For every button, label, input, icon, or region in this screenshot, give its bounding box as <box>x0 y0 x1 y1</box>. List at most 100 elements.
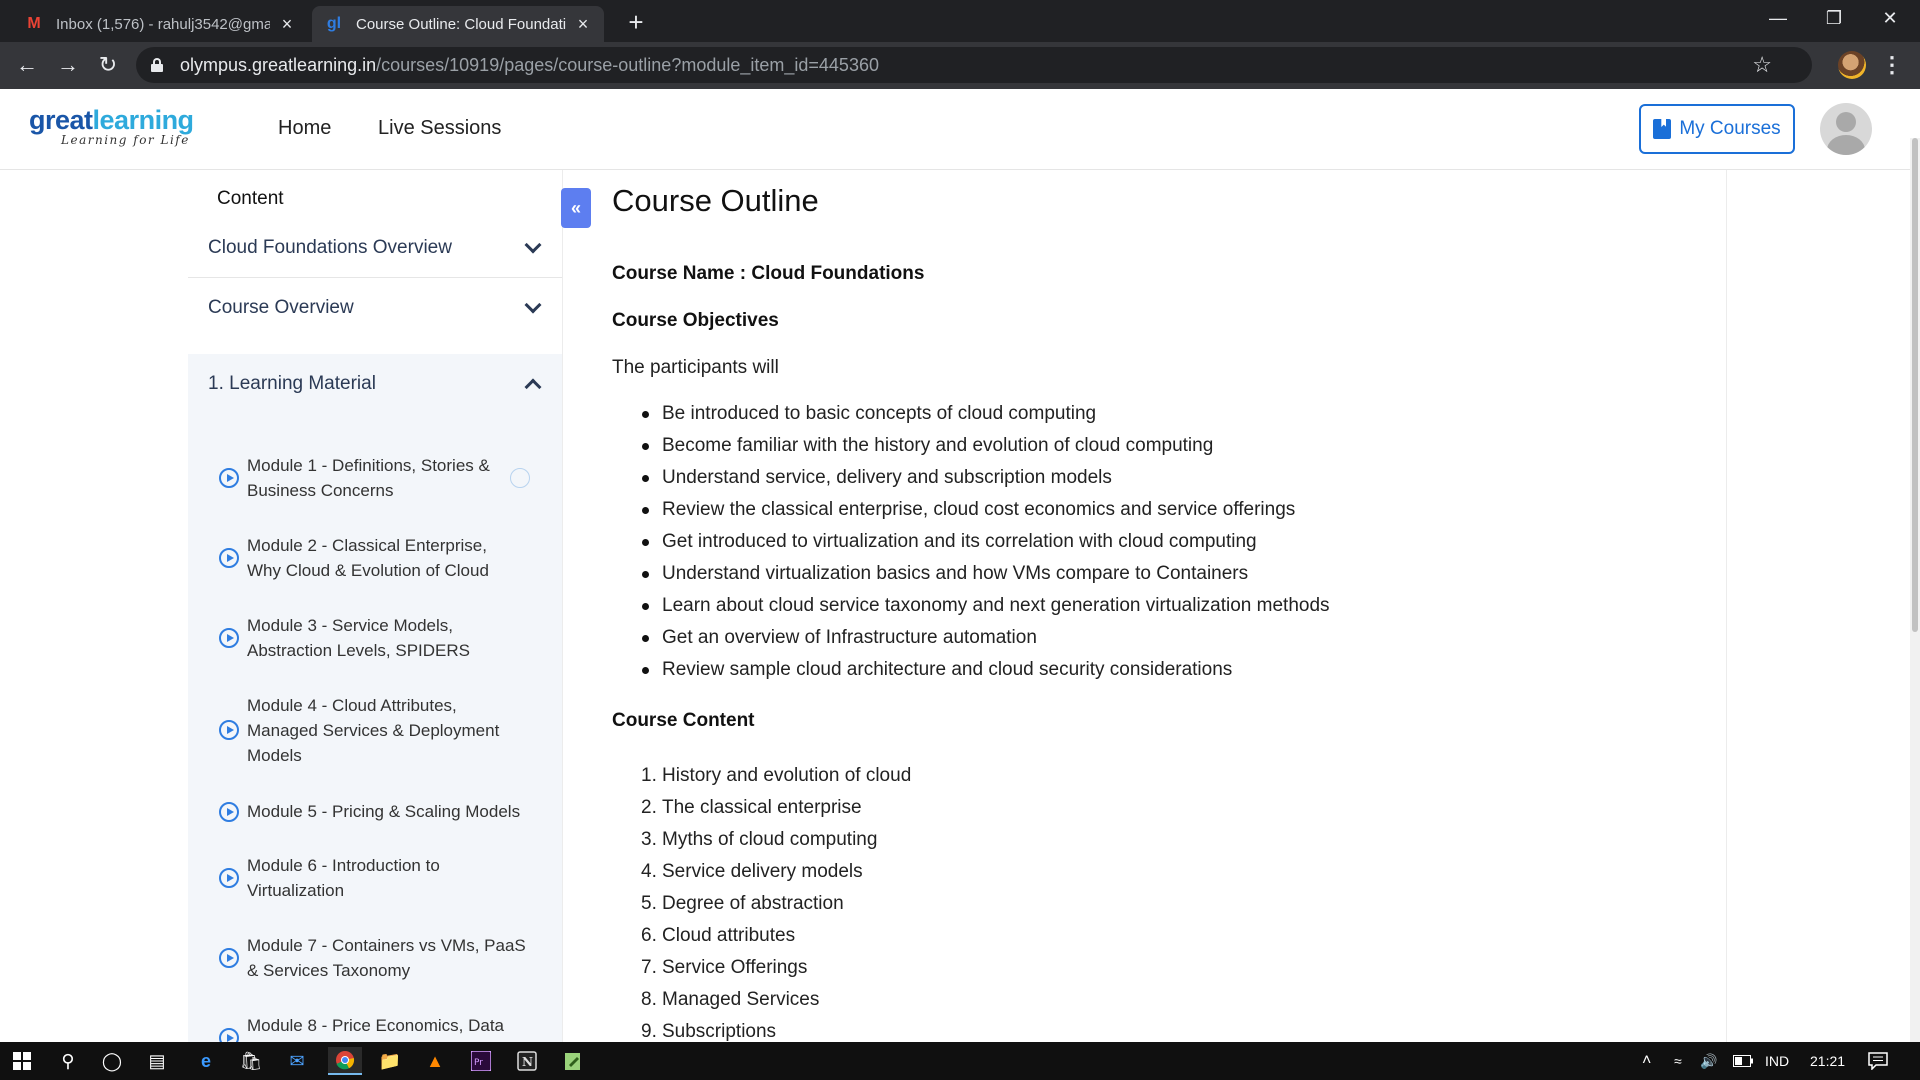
chevron-down-icon <box>524 296 542 314</box>
chevron-down-icon <box>524 236 542 253</box>
notion-icon[interactable]: N <box>513 1047 541 1075</box>
sidebar-heading: Content <box>217 188 284 209</box>
list-item: 7. Service Offerings <box>612 952 911 984</box>
user-avatar[interactable] <box>1820 103 1872 155</box>
greatlearning-logo[interactable]: greatlearning Learning for Life <box>29 105 195 148</box>
close-icon[interactable]: × <box>574 14 592 35</box>
module-title-line: Module 1 - Definitions, Stories & <box>247 456 490 475</box>
module-item[interactable]: Module 7 - Containers vs VMs, PaaS & Ser… <box>188 932 562 984</box>
chevron-up-icon <box>524 375 542 396</box>
module-title-line: Module 5 - Pricing & Scaling Models <box>247 802 521 821</box>
bookmark-star-icon[interactable]: ☆ <box>1752 47 1772 83</box>
page-scrollbar[interactable] <box>1910 138 1920 1042</box>
objectives-list: Be introduced to basic concepts of cloud… <box>612 398 1330 686</box>
task-view-icon[interactable]: ▤ <box>143 1047 171 1075</box>
sidebar-section-cloud-foundations-overview[interactable]: Cloud Foundations Overview <box>188 218 562 278</box>
module-item[interactable]: Module 2 - Classical Enterprise, Why Clo… <box>188 532 562 584</box>
content-heading: Course Content <box>612 710 755 731</box>
restore-icon[interactable]: ❐ <box>1806 0 1862 36</box>
profile-avatar[interactable] <box>1838 51 1866 79</box>
my-courses-label: My Courses <box>1679 118 1781 139</box>
sidebar-section-learning-material[interactable]: 1. Learning Material <box>188 354 562 414</box>
list-item: Be introduced to basic concepts of cloud… <box>612 398 1330 430</box>
volume-icon[interactable]: 🔊 <box>1700 1042 1717 1080</box>
my-courses-button[interactable]: My Courses <box>1639 104 1795 154</box>
item-text: Cloud attributes <box>662 925 796 946</box>
module-title-line: Business Concerns <box>247 481 394 500</box>
module-item[interactable]: Module 3 - Service Models, Abstraction L… <box>188 612 562 664</box>
play-circle-icon <box>219 628 239 648</box>
collapse-sidebar-button[interactable]: « <box>561 188 591 228</box>
module-item[interactable]: Module 6 - Introduction to Virtualizatio… <box>188 852 562 904</box>
vlc-icon[interactable]: ▲ <box>421 1047 449 1075</box>
item-text: Service delivery models <box>662 861 863 882</box>
browser-menu-icon[interactable]: ⋮ <box>1880 48 1904 82</box>
sidebar-section-course-overview[interactable]: Course Overview <box>188 278 562 338</box>
logo-tagline: Learning for Life <box>61 133 190 147</box>
close-icon[interactable]: × <box>278 14 296 35</box>
notifications-icon[interactable] <box>1868 1042 1888 1080</box>
content-sidebar: Content Cloud Foundations Overview Cours… <box>188 170 563 1042</box>
module-title-line: Module 8 - Price Economics, Data <box>247 1016 504 1035</box>
item-text: Managed Services <box>662 989 820 1010</box>
play-circle-icon <box>219 720 239 740</box>
page-title: Course Outline <box>612 183 819 218</box>
window-close-icon[interactable]: ✕ <box>1862 0 1918 36</box>
course-content-list: 1. History and evolution of cloud 2. The c… <box>612 760 911 1042</box>
nav-home[interactable]: Home <box>278 117 331 140</box>
module-item[interactable]: Module 4 - Cloud Attributes, Managed Ser… <box>188 692 562 769</box>
list-item: Understand virtualization basics and how… <box>612 558 1330 590</box>
wifi-icon[interactable]: ≈ <box>1674 1042 1682 1080</box>
new-tab-button[interactable]: + <box>622 6 650 38</box>
windows-taskbar: ⚲ ◯ ▤ e 🛍 ✉ 📁 ▲ Pr N ˄ ≈ 🔊 IND 21:21 <box>0 1042 1920 1080</box>
minimize-icon[interactable]: — <box>1750 0 1806 36</box>
back-icon[interactable]: ← <box>10 48 44 82</box>
mail-icon[interactable]: ✉ <box>283 1047 311 1075</box>
list-item: Review sample cloud architecture and clo… <box>612 654 1330 686</box>
chrome-icon[interactable] <box>328 1047 362 1075</box>
item-text: Myths of cloud computing <box>662 829 878 850</box>
list-item: Learn about cloud service taxonomy and n… <box>612 590 1330 622</box>
tab-course-outline[interactable]: gl Course Outline: Cloud Foundations × <box>312 6 604 42</box>
address-bar[interactable]: olympus.greatlearning.in/courses/10919/p… <box>136 47 1812 83</box>
list-item: Get introduced to virtualization and its… <box>612 526 1330 558</box>
svg-text:N: N <box>522 1055 533 1069</box>
clock[interactable]: 21:21 <box>1810 1042 1845 1080</box>
premiere-pro-icon[interactable]: Pr <box>467 1047 495 1075</box>
cortana-icon[interactable]: ◯ <box>98 1047 126 1075</box>
browser-tab-strip: M Inbox (1,576) - rahulj3542@gmail.com ×… <box>0 0 1920 42</box>
item-number: 6. <box>641 925 657 946</box>
item-number: 9. <box>641 1021 657 1042</box>
battery-icon[interactable] <box>1733 1042 1753 1080</box>
lock-icon <box>150 58 164 72</box>
scrollbar-thumb[interactable] <box>1912 138 1918 632</box>
input-language[interactable]: IND <box>1765 1042 1789 1080</box>
reload-icon[interactable]: ↻ <box>91 48 125 82</box>
forward-icon[interactable]: → <box>51 48 85 82</box>
file-explorer-icon[interactable]: 📁 <box>376 1047 404 1075</box>
edge-icon[interactable]: e <box>192 1047 220 1075</box>
play-circle-icon <box>219 548 239 568</box>
tab-gmail[interactable]: M Inbox (1,576) - rahulj3542@gmail.com × <box>12 6 308 42</box>
play-circle-icon <box>219 802 239 822</box>
module-item[interactable]: Module 8 - Price Economics, Data <box>188 1012 562 1042</box>
item-text: Service Offerings <box>662 957 808 978</box>
windows-start-icon[interactable] <box>8 1047 36 1075</box>
list-item: 8. Managed Services <box>612 984 911 1016</box>
module-item[interactable]: Module 5 - Pricing & Scaling Models <box>188 798 562 826</box>
objectives-intro: The participants will <box>612 357 779 378</box>
nav-live-sessions[interactable]: Live Sessions <box>378 117 501 140</box>
store-icon[interactable]: 🛍 <box>237 1047 265 1075</box>
notepad-icon[interactable] <box>559 1047 587 1075</box>
logo-word-learning: learning <box>92 105 195 135</box>
gmail-icon: M <box>27 15 41 32</box>
list-item: 5. Degree of abstraction <box>612 888 911 920</box>
play-circle-icon <box>219 468 239 488</box>
item-text: History and evolution of cloud <box>662 765 912 786</box>
module-title-line: Models <box>247 746 302 765</box>
greatlearning-icon: gl <box>326 15 342 32</box>
tray-chevron-up-icon[interactable]: ˄ <box>1642 1042 1651 1080</box>
play-circle-icon <box>219 948 239 968</box>
search-icon[interactable]: ⚲ <box>54 1047 82 1075</box>
module-item[interactable]: Module 1 - Definitions, Stories & Busine… <box>188 452 562 504</box>
